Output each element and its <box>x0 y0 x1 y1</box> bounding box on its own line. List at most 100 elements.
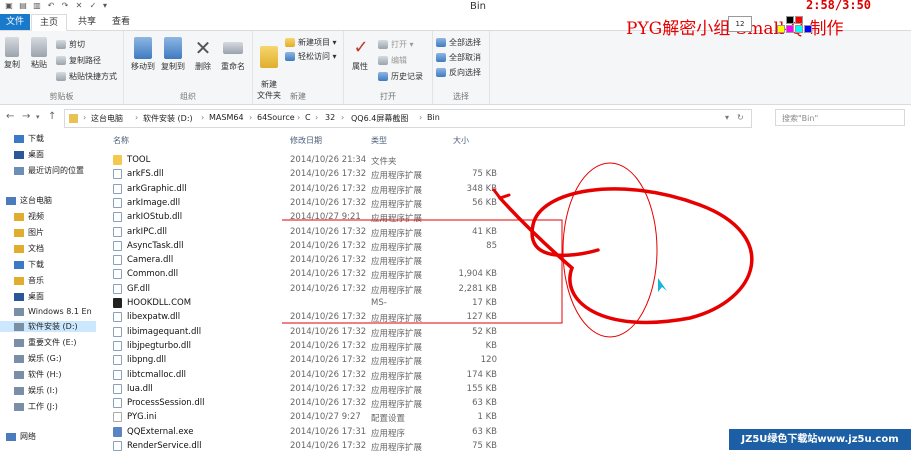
file-row[interactable]: arkIOStub.dll 2014/10/27 9:21 应用程序扩展 <box>99 210 619 224</box>
file-row[interactable]: ProcessSession.dll 2014/10/26 17:32 应用程序扩展… <box>99 396 619 410</box>
file-row[interactable]: libjpegturbo.dll 2014/10/26 17:32 应用程序扩展 KB <box>99 339 619 353</box>
file-row[interactable]: arkImage.dll 2014/10/26 17:32 应用程序扩展 56 KB <box>99 196 619 210</box>
open-button[interactable]: 打开 ▾ <box>378 39 414 50</box>
nav-item-drive-c[interactable]: Windows 8.1 En <box>14 307 92 316</box>
color-swatch-magenta[interactable] <box>786 25 794 33</box>
app-icon[interactable]: ▣ <box>4 1 14 11</box>
color-swatch-yellow[interactable] <box>777 25 785 33</box>
nav-item-downloads[interactable]: 下载 <box>14 133 44 144</box>
select-all-button[interactable]: 全部选择 <box>436 37 481 48</box>
rename-button[interactable]: 重命名 <box>218 37 248 72</box>
column-header-name[interactable]: 名称 <box>113 135 129 146</box>
history-button[interactable]: 历史记录 <box>378 71 423 82</box>
crumb-drive-d[interactable]: 软件安装 (D:) <box>143 113 193 124</box>
file-row[interactable]: libimagequant.dll 2014/10/26 17:32 应用程序扩展 5… <box>99 325 619 339</box>
file-row[interactable]: TOOL 2014/10/26 21:34 文件夹 <box>99 153 619 167</box>
nav-item-desktop-pc[interactable]: 桌面 <box>14 291 44 302</box>
color-swatch-black[interactable] <box>786 16 794 24</box>
nav-item-drive-e[interactable]: 重要文件 (E:) <box>14 337 77 348</box>
tab-share[interactable]: 共享 <box>70 14 104 30</box>
color-swatch-blue[interactable] <box>804 25 812 33</box>
address-dropdown-icon[interactable]: ▾ <box>725 113 729 122</box>
up-arrow-icon[interactable]: ↑ <box>48 111 56 122</box>
new-folder-icon[interactable]: ▥ <box>32 1 42 11</box>
nav-item-music[interactable]: 音乐 <box>14 275 44 286</box>
nav-item-network[interactable]: 网络 <box>6 431 36 442</box>
paste-shortcut-button[interactable]: 粘贴快捷方式 <box>56 71 117 82</box>
move-to-button[interactable]: 移动到 <box>128 37 158 72</box>
crumb-bin[interactable]: Bin <box>427 113 440 122</box>
tab-home[interactable]: 主页 <box>31 14 67 31</box>
color-swatch-red[interactable] <box>795 16 803 24</box>
crumb-64source[interactable]: 64Source <box>257 113 295 122</box>
nav-item-pictures[interactable]: 图片 <box>14 227 44 238</box>
nav-item-videos[interactable]: 视频 <box>14 211 44 222</box>
tab-view[interactable]: 查看 <box>106 14 136 30</box>
nav-item-documents[interactable]: 文档 <box>14 243 44 254</box>
forward-arrow-icon[interactable]: → <box>22 111 30 122</box>
nav-item-drive-i[interactable]: 娱乐 (I:) <box>14 385 58 396</box>
recent-chevron-icon[interactable]: ▾ <box>36 113 40 121</box>
file-row[interactable]: GF.dll 2014/10/26 17:32 应用程序扩展 2,281 KB <box>99 282 619 296</box>
customize-chevron-icon[interactable]: ▾ <box>100 1 110 11</box>
edit-button[interactable]: 编辑 <box>378 55 407 66</box>
file-row[interactable]: libexpatw.dll 2014/10/26 17:32 应用程序扩展 127 K… <box>99 310 619 324</box>
file-row[interactable]: PYG.ini 2014/10/27 9:27 配置设置 1 KB <box>99 410 619 424</box>
file-row[interactable]: arkFS.dll 2014/10/26 17:32 应用程序扩展 75 KB <box>99 167 619 181</box>
column-header-size[interactable]: 大小 <box>453 135 469 146</box>
file-row[interactable]: arkIPC.dll 2014/10/26 17:32 应用程序扩展 41 KB <box>99 225 619 239</box>
nav-item-this-pc[interactable]: 这台电脑 <box>6 195 52 206</box>
nav-item-recent[interactable]: 最近访问的位置 <box>14 165 84 176</box>
new-item-button[interactable]: 新建项目 ▾ <box>285 37 337 48</box>
copy-path-button[interactable]: 复制路径 <box>56 55 101 66</box>
color-swatch-cyan[interactable] <box>795 25 803 33</box>
delete-button[interactable]: ✕ 删除 <box>190 37 216 72</box>
column-header-date[interactable]: 修改日期 <box>290 135 322 146</box>
tab-file[interactable]: 文件 <box>0 14 30 30</box>
select-none-button[interactable]: 全部取消 <box>436 52 481 63</box>
crumb-this-pc[interactable]: 这台电脑 <box>91 113 123 124</box>
file-row[interactable]: HOOKDLL.COM MS- 17 KB <box>99 296 619 310</box>
crumb-c[interactable]: C <box>305 113 311 122</box>
copy-button[interactable]: 复制 <box>2 37 22 70</box>
nav-item-drive-j[interactable]: 工作 (J:) <box>14 401 58 412</box>
paste-button[interactable]: 粘贴 <box>28 37 50 70</box>
nav-item-drive-g[interactable]: 娱乐 (G:) <box>14 353 62 364</box>
nav-item-drive-h[interactable]: 软件 (H:) <box>14 369 62 380</box>
title-bar: ▣ ▤ ▥ ↶ ↷ ✕ ✓ ▾ Bin <box>0 0 911 14</box>
copy-to-button[interactable]: 复制到 <box>158 37 188 72</box>
file-row[interactable]: Common.dll 2014/10/26 17:32 应用程序扩展 1,904 KB <box>99 267 619 281</box>
file-row[interactable]: AsyncTask.dll 2014/10/26 17:32 应用程序扩展 85 <box>99 239 619 253</box>
back-arrow-icon[interactable]: ← <box>6 111 14 122</box>
column-header-type[interactable]: 类型 <box>371 135 387 146</box>
nav-item-desktop[interactable]: 桌面 <box>14 149 44 160</box>
crumb-masm64[interactable]: MASM64 <box>209 113 244 122</box>
file-row[interactable]: libtcmalloc.dll 2014/10/26 17:32 应用程序扩展 174… <box>99 368 619 382</box>
search-input[interactable]: 搜索"Bin" <box>775 109 905 126</box>
file-row[interactable]: Camera.dll 2014/10/26 17:32 应用程序扩展 <box>99 253 619 267</box>
redo-icon[interactable]: ↷ <box>60 1 70 11</box>
nav-item-drive-d[interactable]: 软件安装 (D:) <box>0 321 96 332</box>
invert-selection-button[interactable]: 反向选择 <box>436 67 481 78</box>
file-row[interactable]: arkGraphic.dll 2014/10/26 17:32 应用程序扩展 348 … <box>99 182 619 196</box>
nav-item-downloads-pc[interactable]: 下载 <box>14 259 44 270</box>
crumb-32[interactable]: 32 <box>325 113 335 122</box>
address-path[interactable]: › 这台电脑 › 软件安装 (D:) › MASM64 › 64Source ›… <box>64 109 752 128</box>
file-row[interactable]: RenderService.dll 2014/10/26 17:32 应用程序扩展 7… <box>99 439 619 453</box>
check-icon[interactable]: ✓ <box>88 1 98 11</box>
file-type: 应用程序扩展 <box>371 228 423 239</box>
file-row[interactable]: libpng.dll 2014/10/26 17:32 应用程序扩展 120 <box>99 353 619 367</box>
file-row[interactable]: QQExternal.exe 2014/10/26 17:31 应用程序 63 KB <box>99 425 619 439</box>
undo-icon[interactable]: ↶ <box>46 1 56 11</box>
refresh-icon[interactable]: ↻ <box>737 113 744 122</box>
file-row[interactable]: lua.dll 2014/10/26 17:32 应用程序扩展 155 KB <box>99 382 619 396</box>
properties-icon[interactable]: ▤ <box>18 1 28 11</box>
easy-access-button[interactable]: 轻松访问 ▾ <box>285 51 337 62</box>
properties-button[interactable]: ✓ 属性 <box>348 37 372 72</box>
group-label-new: 新建 <box>290 92 306 101</box>
delete-x-icon: ✕ <box>194 36 212 60</box>
crumb-screenshots[interactable]: QQ6.4屏幕截图 <box>351 113 408 124</box>
font-size-box[interactable]: 12 <box>728 16 752 32</box>
delete-icon[interactable]: ✕ <box>74 1 84 11</box>
cut-button[interactable]: 剪切 <box>56 39 85 50</box>
